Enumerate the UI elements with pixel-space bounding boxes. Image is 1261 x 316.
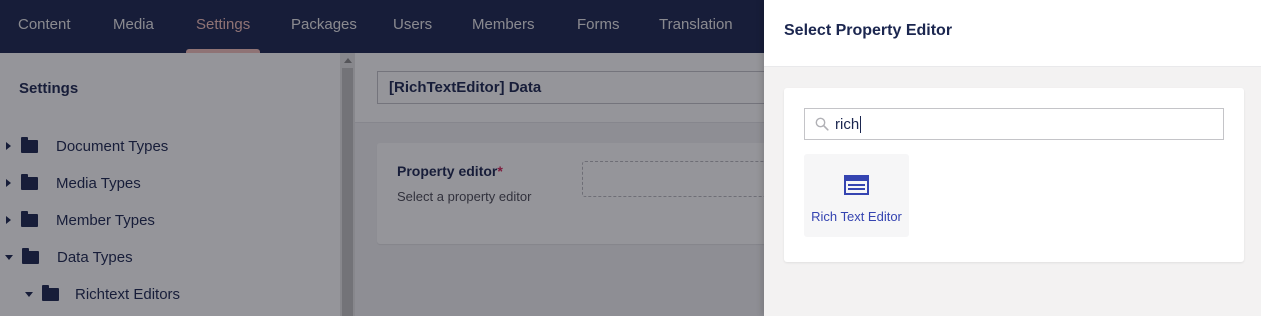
search-input[interactable] (835, 109, 1215, 139)
select-property-editor-panel: Select Property Editor Rich Text Editor (764, 0, 1261, 316)
search-icon (815, 117, 829, 131)
rich-text-editor-icon (844, 175, 869, 195)
panel-title: Select Property Editor (784, 22, 953, 39)
panel-header: Select Property Editor (764, 0, 1261, 67)
panel-content-box: Rich Text Editor (784, 88, 1244, 262)
tile-label: Rich Text Editor (811, 209, 902, 224)
search-field[interactable] (804, 108, 1224, 140)
modal-backdrop[interactable] (0, 0, 764, 316)
text-cursor (860, 116, 861, 133)
property-editor-tile-rich-text-editor[interactable]: Rich Text Editor (804, 154, 909, 237)
